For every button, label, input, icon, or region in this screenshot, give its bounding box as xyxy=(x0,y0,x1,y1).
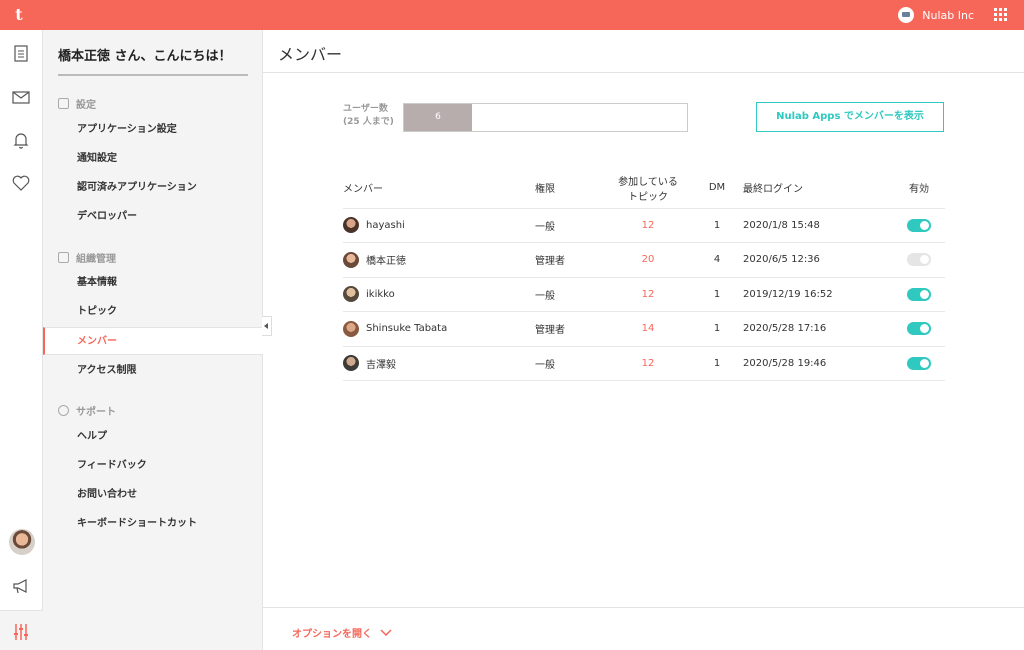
table-header-row: メンバー 権限 参加している トピック DM 最終ログイン 有効 xyxy=(343,168,945,209)
member-topics[interactable]: 14 xyxy=(605,311,691,347)
enabled-toggle[interactable] xyxy=(907,287,931,301)
col-role[interactable]: 権限 xyxy=(535,168,605,209)
user-count-bar: 6 xyxy=(403,103,688,132)
sidebar-item-feedback[interactable]: フィードバック xyxy=(43,452,263,480)
sidebar-item-access-restriction[interactable]: アクセス制限 xyxy=(43,357,263,385)
member-role: 一般 xyxy=(535,277,605,312)
avatar xyxy=(343,355,359,372)
section-organization: 組織管理 xyxy=(58,250,116,265)
org-icon xyxy=(898,7,915,23)
settings-sidebar: 橋本正徳 さん、こんにちは！ 設定 アプリケーション設定 通知設定 認可済みアプ… xyxy=(43,30,263,650)
member-last-login: 2020/6/5 12:36 xyxy=(743,242,893,278)
table-row: 吉澤毅 一般 12 1 2020/5/28 19:46 xyxy=(343,346,945,381)
sliders-icon xyxy=(58,98,69,109)
members-table: メンバー 権限 参加している トピック DM 最終ログイン 有効 hayashi … xyxy=(343,168,945,381)
member-last-login: 2019/12/19 16:52 xyxy=(743,277,893,312)
member-name[interactable]: 橋本正徳 xyxy=(366,252,406,267)
mail-icon[interactable] xyxy=(10,86,32,108)
megaphone-icon[interactable] xyxy=(10,575,32,597)
sidebar-item-basic-info[interactable]: 基本情報 xyxy=(43,269,263,297)
bell-icon[interactable] xyxy=(10,129,32,151)
member-dm: 1 xyxy=(691,346,743,381)
member-last-login: 2020/5/28 19:46 xyxy=(743,346,893,381)
user-count-fill: 6 xyxy=(404,104,472,131)
avatar xyxy=(343,286,359,303)
member-role: 管理者 xyxy=(535,242,605,278)
avatar xyxy=(343,320,359,337)
document-icon[interactable] xyxy=(10,42,32,64)
member-name[interactable]: ikikko xyxy=(366,289,395,300)
sidebar-item-keyboard-shortcuts[interactable]: キーボードショートカット xyxy=(43,510,263,538)
sidebar-item-app-settings[interactable]: アプリケーション設定 xyxy=(43,116,263,144)
sidebar-item-contact[interactable]: お問い合わせ xyxy=(43,481,263,509)
section-settings: 設定 xyxy=(58,96,96,111)
member-dm: 1 xyxy=(691,311,743,347)
user-avatar[interactable] xyxy=(9,529,35,555)
member-dm: 1 xyxy=(691,208,743,243)
table-row: Shinsuke Tabata 管理者 14 1 2020/5/28 17:16 xyxy=(343,311,945,347)
icon-rail xyxy=(0,30,43,650)
open-options-button[interactable]: オプションを開く xyxy=(292,625,392,640)
member-topics[interactable]: 12 xyxy=(605,277,691,312)
nulab-apps-button[interactable]: Nulab Apps でメンバーを表示 xyxy=(756,102,944,132)
table-row: ikikko 一般 12 1 2019/12/19 16:52 xyxy=(343,277,945,312)
org-name: Nulab Inc xyxy=(922,8,974,22)
sidebar-item-authorized-apps[interactable]: 認可済みアプリケーション xyxy=(43,174,263,202)
member-role: 一般 xyxy=(535,208,605,243)
table-row: hayashi 一般 12 1 2020/1/8 15:48 xyxy=(343,208,945,243)
member-dm: 1 xyxy=(691,277,743,312)
heart-icon[interactable] xyxy=(10,172,32,194)
apps-grid-icon[interactable] xyxy=(994,8,1007,21)
col-topics[interactable]: 参加している トピック xyxy=(605,168,691,209)
col-enabled[interactable]: 有効 xyxy=(893,168,945,209)
main-content: メンバー ユーザー数 (25 人まで) 6 Nulab Apps でメンバーを表… xyxy=(263,30,1024,650)
member-role: 管理者 xyxy=(535,311,605,347)
header-divider xyxy=(263,72,1024,73)
briefcase-icon xyxy=(58,252,69,263)
top-bar: t Nulab Inc xyxy=(0,0,1024,30)
sidebar-item-help[interactable]: ヘルプ xyxy=(43,423,263,451)
member-topics[interactable]: 12 xyxy=(605,346,691,381)
avatar xyxy=(343,251,359,268)
member-name[interactable]: hayashi xyxy=(366,220,405,231)
app-logo[interactable]: t xyxy=(10,6,28,24)
col-dm[interactable]: DM xyxy=(691,168,743,209)
section-support: サポート xyxy=(58,403,116,418)
chevron-down-icon xyxy=(380,628,392,636)
sidebar-item-topics[interactable]: トピック xyxy=(43,298,263,326)
sliders-icon xyxy=(14,624,28,640)
enabled-toggle[interactable] xyxy=(907,253,931,267)
member-role: 一般 xyxy=(535,346,605,381)
member-name[interactable]: 吉澤毅 xyxy=(366,356,396,371)
greeting: 橋本正徳 さん、こんにちは！ xyxy=(58,45,248,76)
col-member[interactable]: メンバー xyxy=(343,168,535,209)
smile-icon xyxy=(58,405,69,416)
user-count-label: ユーザー数 (25 人まで) xyxy=(343,104,394,127)
member-last-login: 2020/5/28 17:16 xyxy=(743,311,893,347)
table-row: 橋本正徳 管理者 20 4 2020/6/5 12:36 xyxy=(343,242,945,278)
org-switcher[interactable]: Nulab Inc xyxy=(898,7,974,23)
enabled-toggle[interactable] xyxy=(907,218,931,232)
sidebar-item-developer[interactable]: デベロッパー xyxy=(43,203,263,231)
enabled-toggle[interactable] xyxy=(907,356,931,370)
avatar xyxy=(343,217,359,234)
enabled-toggle[interactable] xyxy=(907,322,931,336)
member-dm: 4 xyxy=(691,242,743,278)
member-topics[interactable]: 20 xyxy=(605,242,691,278)
sidebar-item-members[interactable]: メンバー xyxy=(43,327,263,355)
member-name[interactable]: Shinsuke Tabata xyxy=(366,323,447,334)
footer-bar: オプションを開く xyxy=(263,607,1024,650)
page-title: メンバー xyxy=(278,45,343,64)
settings-rail-button[interactable] xyxy=(0,610,43,650)
member-topics[interactable]: 12 xyxy=(605,208,691,243)
member-last-login: 2020/1/8 15:48 xyxy=(743,208,893,243)
col-last-login[interactable]: 最終ログイン xyxy=(743,168,893,209)
sidebar-item-notifications[interactable]: 通知設定 xyxy=(43,145,263,173)
